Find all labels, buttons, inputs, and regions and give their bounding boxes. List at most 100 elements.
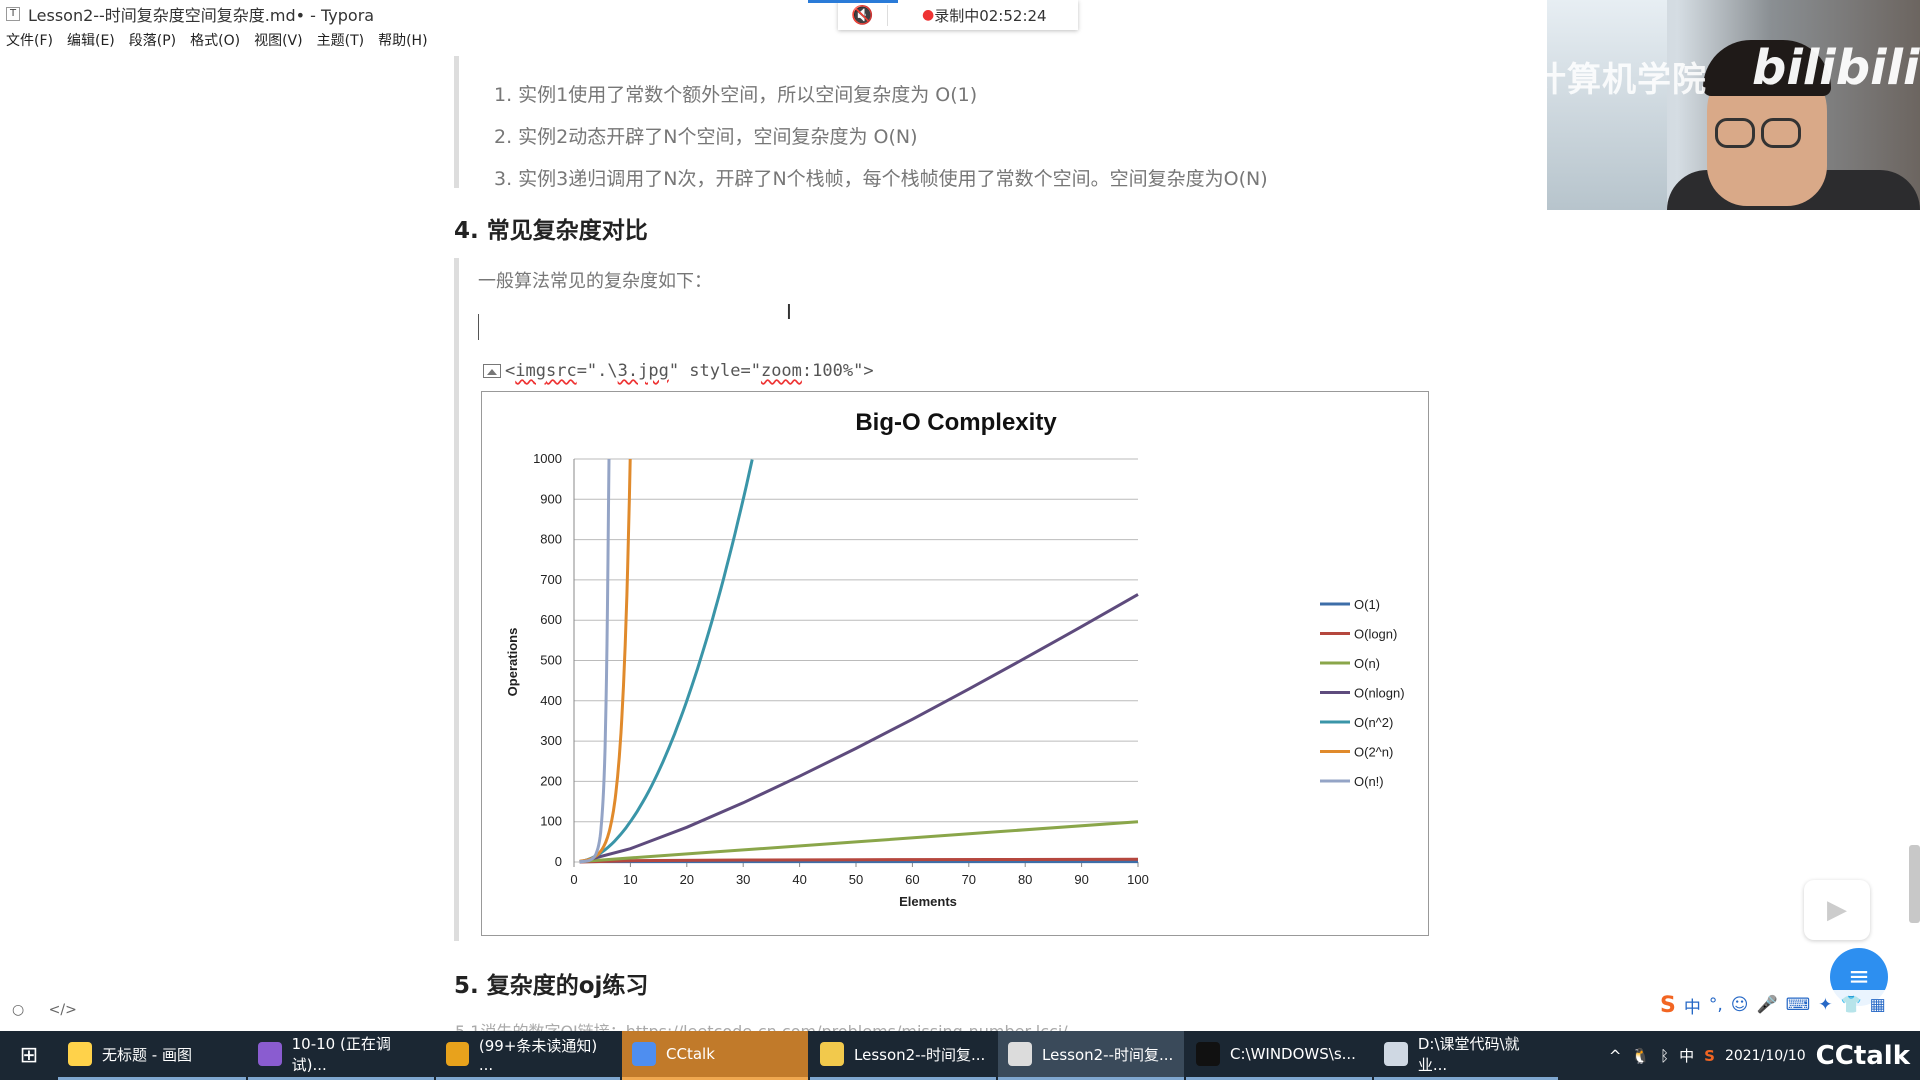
taskbar-item[interactable]: 无标题 - 画图: [58, 1031, 246, 1080]
paragraph-text: 一般算法常见的复杂度如下：: [478, 271, 712, 292]
ime-mode[interactable]: 中: [1684, 993, 1701, 1018]
window-background: [1547, 0, 1667, 210]
y-tick-label: 700: [540, 572, 562, 587]
y-tick-label: 100: [540, 814, 562, 829]
emoji-icon[interactable]: ☺: [1731, 995, 1749, 1015]
keyboard-icon[interactable]: ⌨: [1786, 995, 1811, 1015]
grid-icon[interactable]: ▦: [1870, 995, 1886, 1015]
menu-paragraph[interactable]: 段落(P): [129, 30, 176, 56]
taskbar-item[interactable]: D:\课堂代码\就业...: [1374, 1031, 1558, 1080]
blockquote-bar: [454, 56, 459, 188]
code-token: :100%">: [801, 361, 874, 381]
y-tick-label: 900: [540, 491, 562, 506]
chevron-up-icon[interactable]: ^: [1609, 1047, 1622, 1065]
skin-icon[interactable]: 👕: [1840, 995, 1861, 1015]
taskbar-item[interactable]: C:\WINDOWS\s...: [1186, 1031, 1372, 1080]
list-item: 1. 实例1使用了常数个额外空间，所以空间复杂度为 O(1): [494, 84, 978, 106]
menu-format[interactable]: 格式(O): [190, 30, 240, 56]
taskbar-item[interactable]: CCtalk: [622, 1031, 808, 1080]
recording-bar: 🔇 ● 录制中02:52:24: [808, 0, 1078, 30]
tray-ime[interactable]: 中: [1679, 1045, 1694, 1066]
punctuation-icon[interactable]: °,: [1709, 995, 1723, 1015]
recording-label: 录制中02:52:24: [934, 6, 1047, 25]
scrollbar-thumb[interactable]: [1909, 845, 1920, 923]
window-title: Lesson2--时间复杂度空间复杂度.md• - Typora: [28, 6, 375, 25]
webcam-overlay: [1547, 0, 1920, 210]
typora-app-icon: T: [6, 7, 20, 21]
ordered-list: 1. 实例1使用了常数个额外空间，所以空间复杂度为 O(1) 2. 实例2动态开…: [494, 74, 1268, 200]
explorer-icon: [1384, 1042, 1408, 1066]
x-tick-label: 50: [849, 872, 863, 887]
code-token: " style=": [668, 361, 761, 381]
menu-help[interactable]: 帮助(H): [378, 30, 427, 56]
windows-start-icon[interactable]: ⊞: [0, 1031, 58, 1080]
x-tick-label: 0: [570, 872, 577, 887]
cctalk-icon: [632, 1042, 656, 1066]
chart-image: Big-O Complexity Elements Operations 0 10…: [481, 391, 1429, 936]
heading-oj-practice: 5. 复杂度的oj练习: [454, 973, 649, 999]
glasses-icon: [1715, 118, 1755, 148]
code-token: zoom: [760, 361, 802, 381]
image-source-code[interactable]: < img src =".\ 3.jpg " style=" zoom:100%">: [483, 361, 874, 381]
taskbar-item-label: Lesson2--时间复...: [854, 1045, 986, 1064]
typora-icon: [1008, 1042, 1032, 1066]
chrome-icon: [446, 1042, 469, 1066]
outline-toggle-icon[interactable]: ○: [12, 1002, 24, 1018]
menu-edit[interactable]: 编辑(E): [67, 30, 115, 56]
code-token: =".\: [576, 361, 618, 381]
cctalk-brand: CCtalk: [1815, 1040, 1910, 1071]
taskbar-item[interactable]: (99+条未读通知) ...: [436, 1031, 620, 1080]
chart-y-label: Operations: [505, 628, 520, 697]
glasses-icon: [1761, 118, 1801, 148]
x-tick-label: 10: [623, 872, 637, 887]
code-token: <: [505, 361, 516, 381]
taskbar-item[interactable]: 10-10 (正在调试)...: [248, 1031, 434, 1080]
legend-label: O(1): [1354, 597, 1380, 612]
taskbar-item-label: C:\WINDOWS\s...: [1230, 1045, 1356, 1063]
user-icon[interactable]: ✦: [1818, 995, 1832, 1015]
y-tick-label: 500: [540, 653, 562, 668]
taskbar-item-label: (99+条未读通知) ...: [478, 1036, 598, 1074]
y-tick-label: 200: [540, 773, 562, 788]
blockquote-bar: [454, 258, 459, 941]
taskbar-item[interactable]: Lesson2--时间复...: [998, 1031, 1184, 1080]
ime-toolbar: S 中 °, ☺ 🎤 ⌨ ✦ 👕 ▦: [1660, 990, 1886, 1020]
big-o-chart: Big-O Complexity Elements Operations 0 10…: [505, 409, 1405, 909]
sogou-tray-icon[interactable]: S: [1704, 1047, 1715, 1065]
play-icon[interactable]: ▶: [1804, 880, 1870, 940]
x-tick-label: 40: [792, 872, 806, 887]
series-line: [579, 820, 1139, 864]
x-tick-label: 60: [905, 872, 919, 887]
speaker-muted-icon[interactable]: 🔇: [838, 4, 888, 26]
menu-view[interactable]: 视图(V): [254, 30, 303, 56]
watermark-text: 哔哩哔哩计算机学院: [1392, 60, 1707, 100]
legend-label: O(n!): [1354, 774, 1384, 789]
image-icon: [483, 364, 501, 378]
code-token: 3.jpg: [617, 361, 669, 381]
recording-dot-icon: ●: [922, 7, 935, 23]
text-caret: [478, 314, 479, 340]
menu-file[interactable]: 文件(F): [6, 30, 53, 56]
folder-icon: [820, 1042, 844, 1066]
menu-theme[interactable]: 主题(T): [317, 30, 364, 56]
y-tick-label: 800: [540, 532, 562, 547]
code-token: img: [515, 361, 546, 381]
bilibili-logo: bilibili: [1752, 40, 1920, 96]
recording-accent-line: [808, 0, 898, 3]
y-tick-label: 600: [540, 612, 562, 627]
x-tick-label: 20: [680, 872, 694, 887]
clock-date[interactable]: 2021/10/10: [1725, 1048, 1806, 1064]
heading-complexity-compare: 4. 常见复杂度对比: [454, 218, 648, 244]
code-token: src: [545, 361, 577, 381]
list-item: 3. 实例3递归调用了N次，开辟了N个栈帧，每个栈帧使用了常数个空间。空间复杂度…: [494, 168, 1268, 190]
source-code-mode-icon[interactable]: </>: [49, 1002, 77, 1018]
y-tick-label: 400: [540, 693, 562, 708]
bluetooth-icon[interactable]: ᛒ: [1660, 1047, 1669, 1065]
microphone-icon[interactable]: 🎤: [1757, 995, 1778, 1015]
y-tick-label: 1000: [533, 451, 562, 466]
taskbar-item[interactable]: Lesson2--时间复...: [810, 1031, 996, 1080]
qq-icon[interactable]: 🐧: [1631, 1047, 1650, 1065]
sogou-logo-icon[interactable]: S: [1660, 993, 1676, 1018]
x-tick-label: 80: [1018, 872, 1032, 887]
chart-x-label: Elements: [899, 894, 957, 909]
